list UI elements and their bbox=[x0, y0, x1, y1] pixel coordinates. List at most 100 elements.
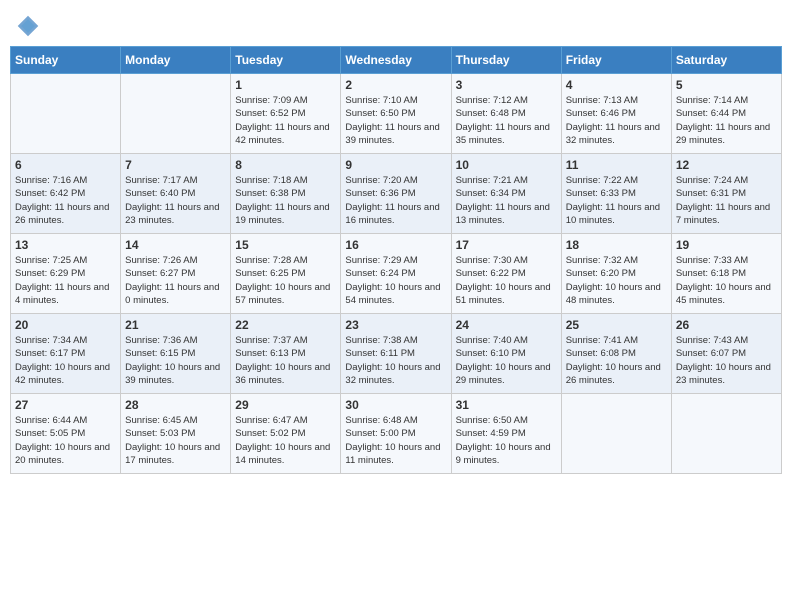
calendar-cell: 6Sunrise: 7:16 AM Sunset: 6:42 PM Daylig… bbox=[11, 154, 121, 234]
day-detail: Sunrise: 7:22 AM Sunset: 6:33 PM Dayligh… bbox=[566, 174, 667, 227]
day-number: 3 bbox=[456, 78, 557, 92]
calendar-cell: 3 Sunrise: 7:12 AM Sunset: 6:48 PM Daylig… bbox=[451, 74, 561, 154]
calendar-cell: 10Sunrise: 7:21 AM Sunset: 6:34 PM Dayli… bbox=[451, 154, 561, 234]
day-number: 9 bbox=[345, 158, 446, 172]
calendar-cell bbox=[561, 394, 671, 474]
calendar-header-saturday: Saturday bbox=[671, 47, 781, 74]
calendar-header-thursday: Thursday bbox=[451, 47, 561, 74]
day-number: 15 bbox=[235, 238, 336, 252]
calendar-cell: 9 Sunrise: 7:20 AM Sunset: 6:36 PM Daylig… bbox=[341, 154, 451, 234]
calendar-cell bbox=[671, 394, 781, 474]
day-detail: Sunrise: 7:17 AM Sunset: 6:40 PM Dayligh… bbox=[125, 174, 226, 227]
day-detail: Sunrise: 7:33 AM Sunset: 6:18 PM Dayligh… bbox=[676, 254, 777, 307]
day-detail: Sunrise: 6:47 AM Sunset: 5:02 PM Dayligh… bbox=[235, 414, 336, 467]
day-detail: Sunrise: 7:29 AM Sunset: 6:24 PM Dayligh… bbox=[345, 254, 446, 307]
calendar-cell: 31 Sunrise: 6:50 AM Sunset: 4:59 PM Dayli… bbox=[451, 394, 561, 474]
calendar-cell: 11 Sunrise: 7:22 AM Sunset: 6:33 PM Dayli… bbox=[561, 154, 671, 234]
day-number: 2 bbox=[345, 78, 446, 92]
calendar-cell: 21Sunrise: 7:36 AM Sunset: 6:15 PM Dayli… bbox=[121, 314, 231, 394]
day-number: 16 bbox=[345, 238, 446, 252]
calendar-cell: 29 Sunrise: 6:47 AM Sunset: 5:02 PM Dayli… bbox=[231, 394, 341, 474]
day-number: 8 bbox=[235, 158, 336, 172]
day-detail: Sunrise: 7:10 AM Sunset: 6:50 PM Dayligh… bbox=[345, 94, 446, 147]
day-detail: Sunrise: 6:44 AM Sunset: 5:05 PM Dayligh… bbox=[15, 414, 116, 467]
calendar-cell: 1 Sunrise: 7:09 AM Sunset: 6:52 PM Daylig… bbox=[231, 74, 341, 154]
calendar-cell: 24Sunrise: 7:40 AM Sunset: 6:10 PM Dayli… bbox=[451, 314, 561, 394]
day-number: 19 bbox=[676, 238, 777, 252]
calendar-cell: 15 Sunrise: 7:28 AM Sunset: 6:25 PM Dayli… bbox=[231, 234, 341, 314]
calendar-cell: 5Sunrise: 7:14 AM Sunset: 6:44 PM Daylig… bbox=[671, 74, 781, 154]
day-detail: Sunrise: 6:50 AM Sunset: 4:59 PM Dayligh… bbox=[456, 414, 557, 467]
day-detail: Sunrise: 7:24 AM Sunset: 6:31 PM Dayligh… bbox=[676, 174, 777, 227]
calendar-week-row: 6Sunrise: 7:16 AM Sunset: 6:42 PM Daylig… bbox=[11, 154, 782, 234]
day-detail: Sunrise: 7:20 AM Sunset: 6:36 PM Dayligh… bbox=[345, 174, 446, 227]
calendar-body: 1 Sunrise: 7:09 AM Sunset: 6:52 PM Daylig… bbox=[11, 74, 782, 474]
day-detail: Sunrise: 7:40 AM Sunset: 6:10 PM Dayligh… bbox=[456, 334, 557, 387]
day-number: 17 bbox=[456, 238, 557, 252]
day-detail: Sunrise: 7:38 AM Sunset: 6:11 PM Dayligh… bbox=[345, 334, 446, 387]
day-detail: Sunrise: 7:18 AM Sunset: 6:38 PM Dayligh… bbox=[235, 174, 336, 227]
day-detail: Sunrise: 7:12 AM Sunset: 6:48 PM Dayligh… bbox=[456, 94, 557, 147]
day-number: 25 bbox=[566, 318, 667, 332]
calendar-cell: 4 Sunrise: 7:13 AM Sunset: 6:46 PM Daylig… bbox=[561, 74, 671, 154]
calendar-header-wednesday: Wednesday bbox=[341, 47, 451, 74]
day-detail: Sunrise: 7:32 AM Sunset: 6:20 PM Dayligh… bbox=[566, 254, 667, 307]
day-number: 14 bbox=[125, 238, 226, 252]
day-number: 28 bbox=[125, 398, 226, 412]
day-detail: Sunrise: 7:26 AM Sunset: 6:27 PM Dayligh… bbox=[125, 254, 226, 307]
day-number: 6 bbox=[15, 158, 116, 172]
calendar-header-row: SundayMondayTuesdayWednesdayThursdayFrid… bbox=[11, 47, 782, 74]
day-detail: Sunrise: 6:48 AM Sunset: 5:00 PM Dayligh… bbox=[345, 414, 446, 467]
calendar-cell: 25Sunrise: 7:41 AM Sunset: 6:08 PM Dayli… bbox=[561, 314, 671, 394]
day-number: 12 bbox=[676, 158, 777, 172]
calendar-header-tuesday: Tuesday bbox=[231, 47, 341, 74]
calendar-header-friday: Friday bbox=[561, 47, 671, 74]
day-detail: Sunrise: 7:37 AM Sunset: 6:13 PM Dayligh… bbox=[235, 334, 336, 387]
day-number: 20 bbox=[15, 318, 116, 332]
calendar-cell: 14 Sunrise: 7:26 AM Sunset: 6:27 PM Dayli… bbox=[121, 234, 231, 314]
calendar-header-sunday: Sunday bbox=[11, 47, 121, 74]
calendar-cell bbox=[11, 74, 121, 154]
calendar-cell: 7 Sunrise: 7:17 AM Sunset: 6:40 PM Daylig… bbox=[121, 154, 231, 234]
day-detail: Sunrise: 7:21 AM Sunset: 6:34 PM Dayligh… bbox=[456, 174, 557, 227]
calendar-cell: 20 Sunrise: 7:34 AM Sunset: 6:17 PM Dayli… bbox=[11, 314, 121, 394]
calendar-table: SundayMondayTuesdayWednesdayThursdayFrid… bbox=[10, 46, 782, 474]
day-number: 4 bbox=[566, 78, 667, 92]
calendar-cell: 8 Sunrise: 7:18 AM Sunset: 6:38 PM Daylig… bbox=[231, 154, 341, 234]
day-detail: Sunrise: 7:30 AM Sunset: 6:22 PM Dayligh… bbox=[456, 254, 557, 307]
calendar-cell bbox=[121, 74, 231, 154]
calendar-cell: 2 Sunrise: 7:10 AM Sunset: 6:50 PM Daylig… bbox=[341, 74, 451, 154]
calendar-cell: 28Sunrise: 6:45 AM Sunset: 5:03 PM Dayli… bbox=[121, 394, 231, 474]
day-number: 7 bbox=[125, 158, 226, 172]
day-number: 21 bbox=[125, 318, 226, 332]
calendar-cell: 22 Sunrise: 7:37 AM Sunset: 6:13 PM Dayli… bbox=[231, 314, 341, 394]
calendar-week-row: 1 Sunrise: 7:09 AM Sunset: 6:52 PM Daylig… bbox=[11, 74, 782, 154]
calendar-cell: 13Sunrise: 7:25 AM Sunset: 6:29 PM Dayli… bbox=[11, 234, 121, 314]
day-detail: Sunrise: 7:14 AM Sunset: 6:44 PM Dayligh… bbox=[676, 94, 777, 147]
calendar-cell: 27Sunrise: 6:44 AM Sunset: 5:05 PM Dayli… bbox=[11, 394, 121, 474]
calendar-week-row: 27Sunrise: 6:44 AM Sunset: 5:05 PM Dayli… bbox=[11, 394, 782, 474]
day-number: 1 bbox=[235, 78, 336, 92]
day-number: 29 bbox=[235, 398, 336, 412]
day-detail: Sunrise: 7:28 AM Sunset: 6:25 PM Dayligh… bbox=[235, 254, 336, 307]
calendar-week-row: 20 Sunrise: 7:34 AM Sunset: 6:17 PM Dayli… bbox=[11, 314, 782, 394]
day-number: 22 bbox=[235, 318, 336, 332]
page-header bbox=[10, 10, 782, 38]
day-number: 23 bbox=[345, 318, 446, 332]
day-number: 30 bbox=[345, 398, 446, 412]
day-detail: Sunrise: 7:34 AM Sunset: 6:17 PM Dayligh… bbox=[15, 334, 116, 387]
calendar-cell: 19 Sunrise: 7:33 AM Sunset: 6:18 PM Dayli… bbox=[671, 234, 781, 314]
calendar-cell: 18 Sunrise: 7:32 AM Sunset: 6:20 PM Dayli… bbox=[561, 234, 671, 314]
calendar-cell: 26Sunrise: 7:43 AM Sunset: 6:07 PM Dayli… bbox=[671, 314, 781, 394]
calendar-cell: 17 Sunrise: 7:30 AM Sunset: 6:22 PM Dayli… bbox=[451, 234, 561, 314]
calendar-week-row: 13Sunrise: 7:25 AM Sunset: 6:29 PM Dayli… bbox=[11, 234, 782, 314]
calendar-cell: 23 Sunrise: 7:38 AM Sunset: 6:11 PM Dayli… bbox=[341, 314, 451, 394]
day-number: 31 bbox=[456, 398, 557, 412]
calendar-cell: 16 Sunrise: 7:29 AM Sunset: 6:24 PM Dayli… bbox=[341, 234, 451, 314]
calendar-cell: 30 Sunrise: 6:48 AM Sunset: 5:00 PM Dayli… bbox=[341, 394, 451, 474]
day-number: 18 bbox=[566, 238, 667, 252]
day-detail: Sunrise: 7:25 AM Sunset: 6:29 PM Dayligh… bbox=[15, 254, 116, 307]
day-detail: Sunrise: 7:09 AM Sunset: 6:52 PM Dayligh… bbox=[235, 94, 336, 147]
day-detail: Sunrise: 7:13 AM Sunset: 6:46 PM Dayligh… bbox=[566, 94, 667, 147]
day-number: 11 bbox=[566, 158, 667, 172]
